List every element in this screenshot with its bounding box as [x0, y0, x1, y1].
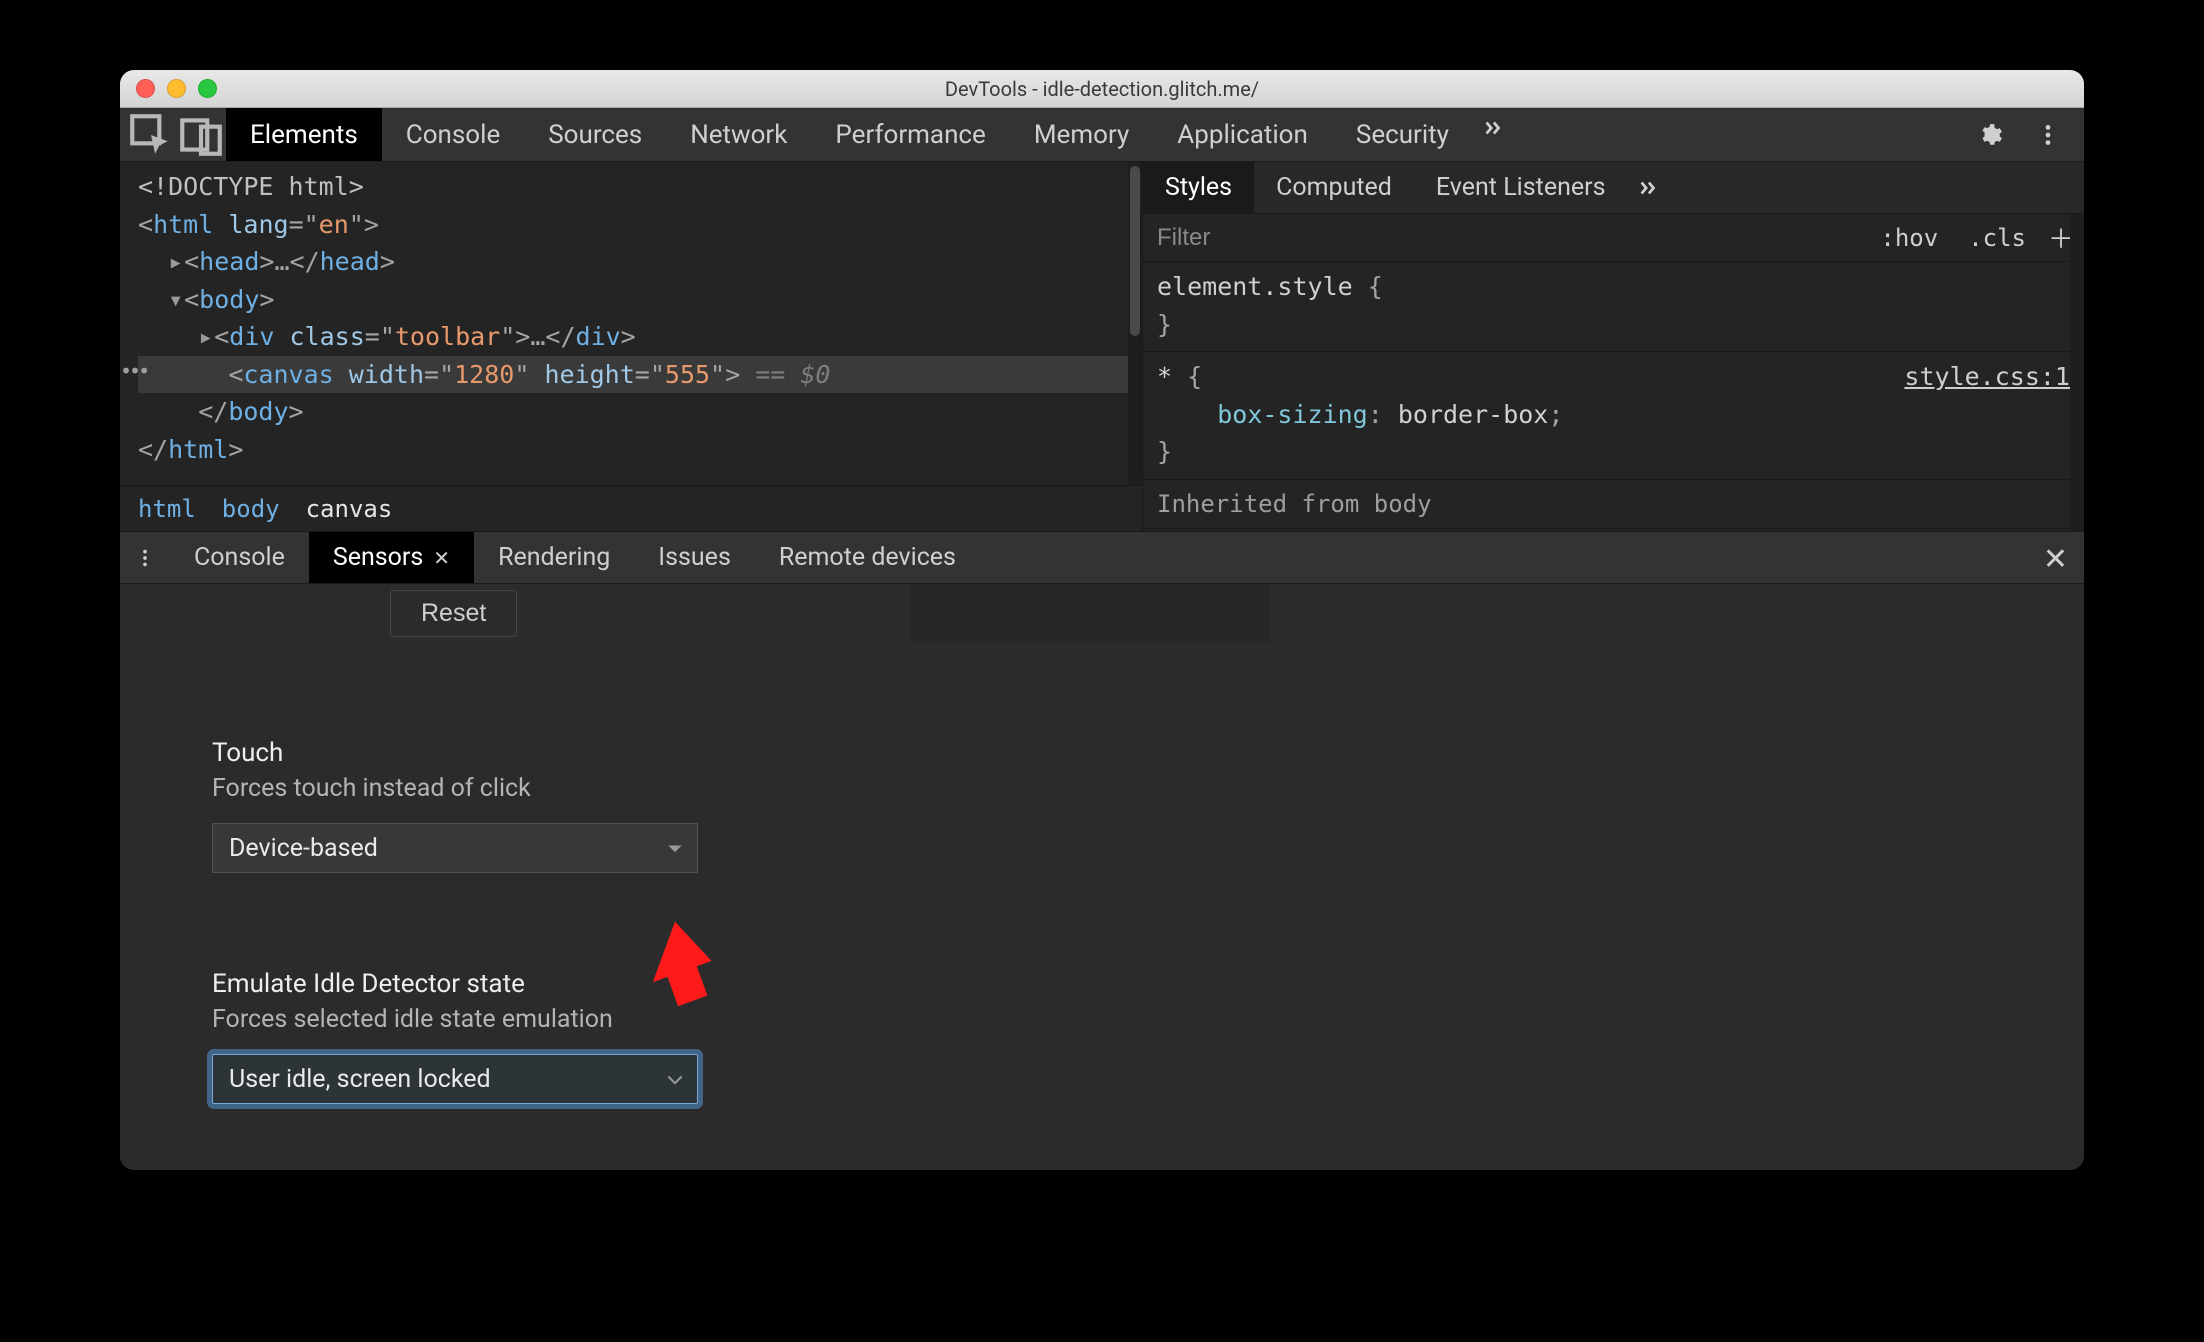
- sensors-panel: Reset Touch Forces touch instead of clic…: [120, 584, 2084, 1170]
- styles-filter-input[interactable]: [1157, 224, 1860, 252]
- inspect-element-icon[interactable]: [126, 108, 176, 161]
- drawer-kebab-icon[interactable]: [120, 532, 170, 583]
- styles-scrollbar[interactable]: [2070, 214, 2084, 531]
- devtools-window: DevTools - idle-detection.glitch.me/ Ele…: [120, 70, 2084, 1170]
- drawer-tab-rendering[interactable]: Rendering: [474, 532, 634, 583]
- drawer-tab-console[interactable]: Console: [170, 532, 309, 583]
- style-rule-element-style[interactable]: element.style { }: [1143, 262, 2084, 352]
- tab-elements[interactable]: Elements: [226, 108, 382, 161]
- tab-performance[interactable]: Performance: [811, 108, 1009, 161]
- touch-section: Touch Forces touch instead of click Devi…: [120, 704, 2084, 873]
- tab-console[interactable]: Console: [382, 108, 524, 161]
- window-close-button[interactable]: [136, 79, 155, 98]
- titlebar: DevTools - idle-detection.glitch.me/: [120, 70, 2084, 108]
- styles-tab-event-listeners[interactable]: Event Listeners: [1414, 162, 1628, 213]
- styles-tab-styles[interactable]: Styles: [1143, 162, 1254, 213]
- breadcrumb-canvas[interactable]: canvas: [306, 495, 393, 523]
- styles-tabbar: Styles Computed Event Listeners: [1143, 162, 2084, 214]
- tab-application[interactable]: Application: [1153, 108, 1332, 161]
- idle-title: Emulate Idle Detector state: [212, 969, 2028, 999]
- styles-hov-toggle[interactable]: :hov: [1870, 220, 1948, 256]
- drawer-tabbar: Console Sensors✕ Rendering Issues Remote…: [120, 532, 2084, 584]
- window-traffic-lights: [120, 79, 217, 98]
- tab-security[interactable]: Security: [1332, 108, 1473, 161]
- touch-subtitle: Forces touch instead of click: [212, 774, 2028, 803]
- idle-subtitle: Forces selected idle state emulation: [212, 1005, 2028, 1034]
- idle-state-select-value: User idle, screen locked: [229, 1065, 491, 1094]
- tab-sources[interactable]: Sources: [524, 108, 666, 161]
- window-zoom-button[interactable]: [198, 79, 217, 98]
- elements-pane: <!DOCTYPE html> <html lang="en"> ▸<head>…: [120, 162, 1142, 531]
- chevron-down-icon: [667, 1065, 683, 1094]
- styles-pane: Styles Computed Event Listeners :hov .cl…: [1142, 162, 2084, 531]
- settings-gear-icon[interactable]: [1970, 115, 2010, 155]
- tab-close-icon[interactable]: ✕: [433, 546, 450, 570]
- touch-select[interactable]: Device-based: [212, 823, 698, 873]
- more-tabs-icon[interactable]: [1473, 108, 1513, 148]
- styles-rules[interactable]: element.style { } style.css:1 * { box-si…: [1143, 262, 2084, 531]
- inherited-from-header: Inherited from body: [1143, 480, 2084, 529]
- drawer: Console Sensors✕ Rendering Issues Remote…: [120, 532, 2084, 1170]
- drawer-tab-issues[interactable]: Issues: [634, 532, 755, 583]
- dom-tree[interactable]: <!DOCTYPE html> <html lang="en"> ▸<head>…: [120, 162, 1142, 485]
- window-minimize-button[interactable]: [167, 79, 186, 98]
- drawer-close-icon[interactable]: ✕: [2043, 542, 2068, 577]
- window-title: DevTools - idle-detection.glitch.me/: [120, 77, 2084, 101]
- tab-memory[interactable]: Memory: [1010, 108, 1153, 161]
- elements-row: <!DOCTYPE html> <html lang="en"> ▸<head>…: [120, 162, 2084, 532]
- idle-state-select[interactable]: User idle, screen locked: [212, 1054, 698, 1104]
- breadcrumb-html[interactable]: html: [138, 495, 196, 523]
- device-toolbar-icon[interactable]: [176, 108, 226, 161]
- style-rule-source-link[interactable]: style.css:1: [1904, 358, 2070, 396]
- kebab-menu-icon[interactable]: [2028, 115, 2068, 155]
- styles-cls-toggle[interactable]: .cls: [1958, 220, 2036, 256]
- styles-filterbar: :hov .cls ＋: [1143, 214, 2084, 262]
- dom-selected-node[interactable]: <canvas width="1280" height="555"> == $0: [138, 356, 1130, 394]
- breadcrumb-body[interactable]: body: [222, 495, 280, 523]
- annotation-arrow-icon: [640, 917, 718, 1013]
- tab-network[interactable]: Network: [666, 108, 811, 161]
- sensors-reset-button[interactable]: Reset: [390, 590, 517, 637]
- styles-more-tabs-icon[interactable]: [1628, 168, 1668, 208]
- main-tabbar: Elements Console Sources Network Perform…: [120, 108, 2084, 162]
- style-rule-universal[interactable]: style.css:1 * { box-sizing: border-box; …: [1143, 352, 2084, 480]
- sensors-empty-field: [910, 584, 1270, 642]
- touch-title: Touch: [212, 738, 2028, 768]
- chevron-down-icon: [667, 834, 683, 863]
- dom-doctype: <!DOCTYPE html>: [138, 172, 364, 201]
- styles-tab-computed[interactable]: Computed: [1254, 162, 1414, 213]
- drawer-tab-sensors[interactable]: Sensors✕: [309, 532, 474, 583]
- drawer-tab-remote-devices[interactable]: Remote devices: [755, 532, 980, 583]
- touch-select-value: Device-based: [229, 834, 378, 863]
- idle-detector-section: Emulate Idle Detector state Forces selec…: [120, 935, 2084, 1104]
- elements-scrollbar[interactable]: [1128, 162, 1142, 485]
- breadcrumb: html body canvas: [120, 485, 1142, 531]
